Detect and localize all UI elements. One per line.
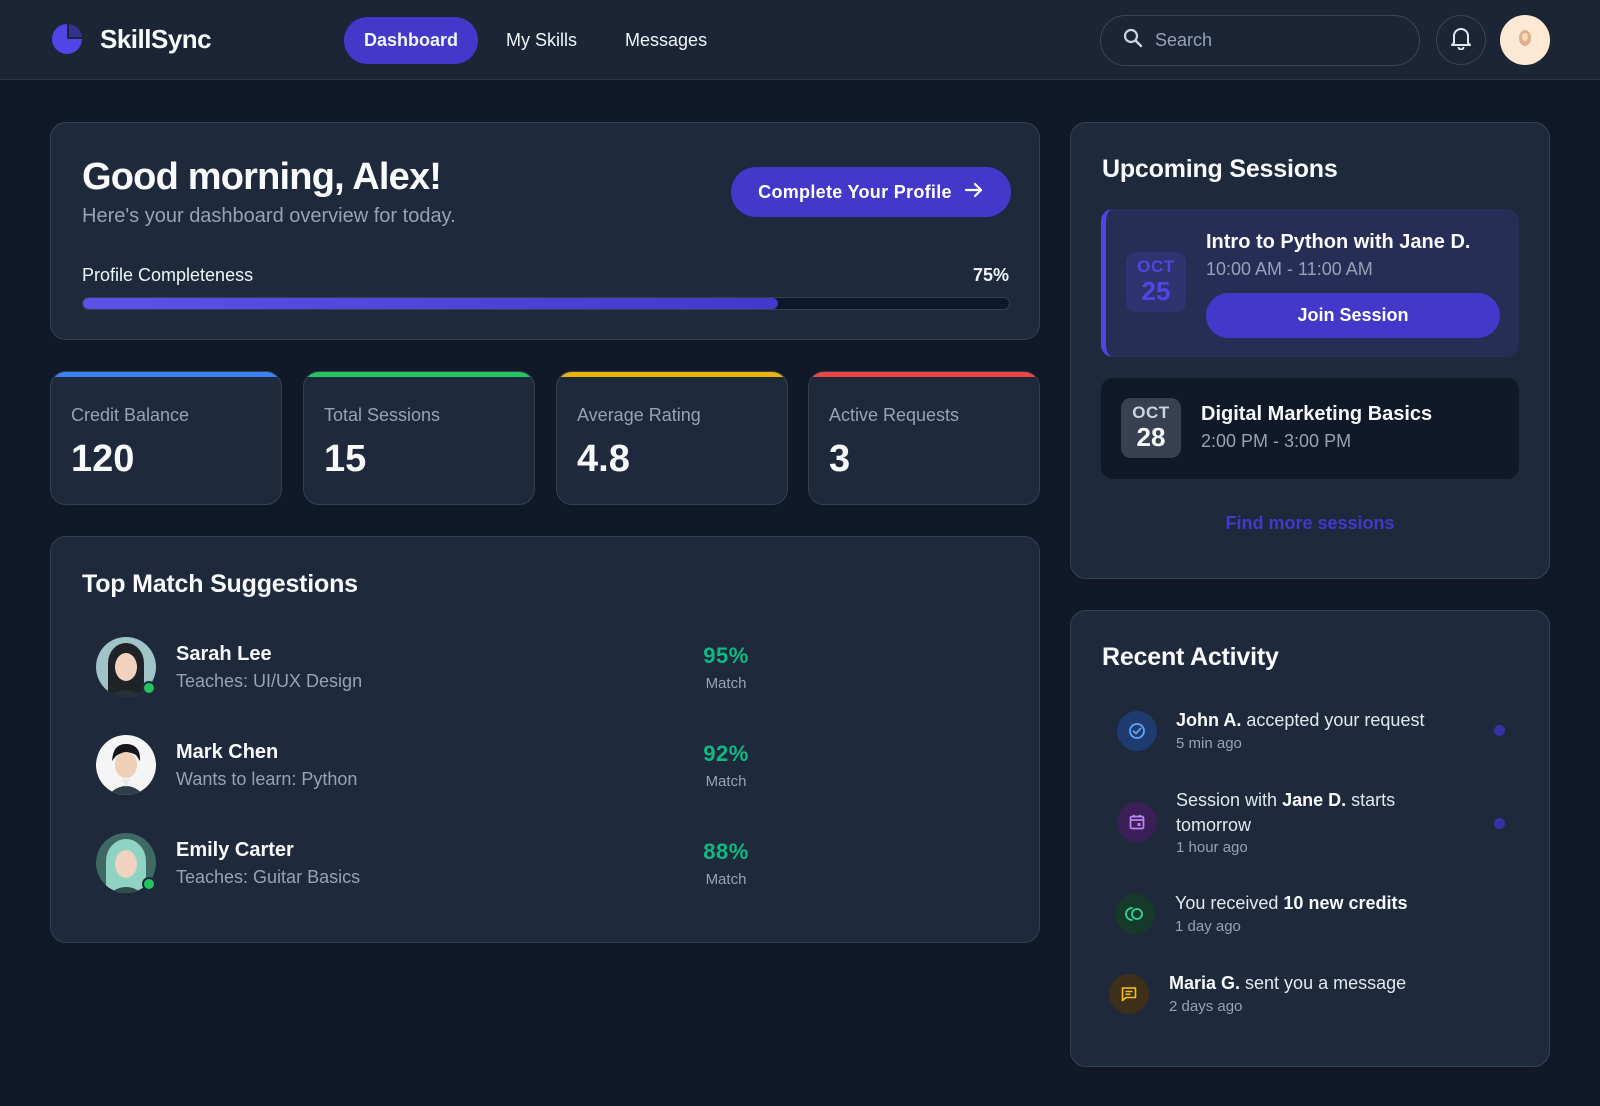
stat-value: 15	[324, 438, 367, 480]
stat-label: Active Requests	[829, 405, 960, 425]
main-nav: Dashboard My Skills Messages	[344, 17, 727, 64]
welcome-card: Good morning, Alex! Here's your dashboar…	[50, 122, 1040, 340]
session-month: OCT	[1132, 403, 1170, 422]
stat-value: 3	[829, 438, 851, 480]
session-date-badge: OCT 28	[1121, 398, 1181, 458]
notifications-button[interactable]	[1436, 15, 1486, 65]
avatar	[96, 637, 156, 697]
stat-accent-bar	[304, 372, 534, 377]
top-navigation-bar: SkillSync Dashboard My Skills Messages	[0, 0, 1600, 80]
session-title: Digital Marketing Basics	[1201, 403, 1433, 425]
find-more-sessions-link[interactable]: Find more sessions	[1071, 513, 1549, 534]
stat-accent-bar	[51, 372, 281, 377]
tab-messages[interactable]: Messages	[605, 17, 727, 64]
app-name: SkillSync	[100, 23, 212, 54]
complete-profile-button[interactable]: Complete Your Profile	[731, 167, 1011, 217]
session-day: 28	[1136, 422, 1166, 452]
session-item-digital-marketing[interactable]: OCT 28 Digital Marketing Basics 2:00 PM …	[1101, 378, 1519, 479]
user-avatar-icon	[1514, 27, 1536, 54]
profile-completeness-label: Profile Completeness	[82, 265, 254, 285]
match-item-mark-chen[interactable]: Mark Chen Wants to learn: Python 92% Mat…	[96, 735, 816, 799]
session-time: 10:00 AM - 11:00 AM	[1206, 259, 1373, 279]
match-suggestions-card: Top Match Suggestions Sarah Lee Teaches:…	[50, 536, 1040, 943]
session-month: OCT	[1137, 257, 1175, 276]
brand[interactable]: SkillSync	[50, 22, 212, 56]
stat-active-requests: Active Requests 3	[808, 371, 1040, 505]
activity-time: 2 days ago	[1169, 998, 1243, 1015]
match-subtitle: Teaches: UI/UX Design	[176, 671, 363, 691]
session-title: Intro to Python with Jane D.	[1206, 231, 1471, 253]
match-subtitle: Wants to learn: Python	[176, 769, 358, 789]
search-input[interactable]	[1155, 30, 1395, 51]
credits-icon	[1115, 894, 1155, 934]
stat-total-sessions: Total Sessions 15	[303, 371, 535, 505]
online-status-indicator	[142, 877, 156, 891]
check-circle-icon	[1117, 711, 1157, 751]
tab-dashboard[interactable]: Dashboard	[344, 17, 479, 64]
stat-label: Credit Balance	[71, 405, 190, 425]
search-box	[1100, 15, 1420, 66]
recent-activity-card: Recent Activity John A. accepted your re…	[1070, 610, 1550, 1067]
unread-dot	[1494, 818, 1505, 829]
complete-profile-label: Complete Your Profile	[758, 181, 952, 202]
recent-activity-title: Recent Activity	[1102, 643, 1279, 671]
match-label: Match	[705, 773, 747, 790]
stat-accent-bar	[809, 372, 1039, 377]
activity-time: 5 min ago	[1176, 735, 1242, 752]
session-day: 25	[1141, 276, 1171, 306]
user-avatar-button[interactable]	[1500, 15, 1550, 65]
logo-icon	[50, 22, 84, 56]
match-name: Mark Chen	[176, 741, 279, 763]
activity-text: You received 10 new credits	[1175, 893, 1408, 913]
match-item-emily-carter[interactable]: Emily Carter Teaches: Guitar Basics 88% …	[96, 833, 816, 897]
stat-credit-balance: Credit Balance 120	[50, 371, 282, 505]
match-subtitle: Teaches: Guitar Basics	[176, 867, 361, 887]
profile-progress-bar	[82, 297, 1010, 310]
match-item-sarah-lee[interactable]: Sarah Lee Teaches: UI/UX Design 95% Matc…	[96, 637, 816, 701]
match-name: Emily Carter	[176, 839, 294, 861]
match-suggestions-title: Top Match Suggestions	[82, 570, 358, 598]
arrow-right-icon	[964, 181, 984, 204]
stat-label: Total Sessions	[324, 405, 441, 425]
session-item-intro-python[interactable]: OCT 25 Intro to Python with Jane D. 10:0…	[1101, 209, 1519, 357]
calendar-icon	[1117, 802, 1157, 842]
match-label: Match	[705, 871, 747, 888]
activity-text: John A. accepted your request	[1176, 710, 1425, 730]
upcoming-sessions-card: Upcoming Sessions OCT 25 Intro to Python…	[1070, 122, 1550, 579]
activity-text: Maria G. sent you a message	[1169, 973, 1407, 993]
stat-accent-bar	[557, 372, 787, 377]
avatar	[96, 833, 156, 893]
activity-time: 1 day ago	[1175, 918, 1241, 935]
profile-progress-fill	[83, 298, 778, 309]
online-status-indicator	[142, 681, 156, 695]
stat-value: 120	[71, 438, 135, 480]
upcoming-sessions-title: Upcoming Sessions	[1102, 155, 1338, 183]
search-icon	[1123, 28, 1143, 53]
bell-icon	[1450, 26, 1472, 55]
avatar	[96, 735, 156, 795]
greeting-heading: Good morning, Alex!	[82, 156, 442, 198]
match-percent: 88%	[703, 839, 749, 864]
match-percent: 92%	[703, 741, 749, 766]
match-percent: 95%	[703, 643, 749, 668]
unread-dot	[1494, 725, 1505, 736]
match-label: Match	[705, 675, 747, 692]
match-name: Sarah Lee	[176, 643, 272, 665]
stat-average-rating: Average Rating 4.8	[556, 371, 788, 505]
session-time: 2:00 PM - 3:00 PM	[1201, 431, 1352, 451]
message-icon	[1109, 974, 1149, 1014]
session-date-badge: OCT 25	[1126, 252, 1186, 312]
activity-time: 1 hour ago	[1176, 839, 1248, 856]
activity-text: Session with Jane D. starts tomorrow	[1176, 790, 1396, 835]
stat-label: Average Rating	[577, 405, 701, 425]
stat-value: 4.8	[577, 438, 630, 480]
profile-completeness-value: 75%	[972, 265, 1009, 285]
join-session-button[interactable]: Join Session	[1206, 293, 1500, 338]
tab-my-skills[interactable]: My Skills	[486, 17, 597, 64]
greeting-subtitle: Here's your dashboard overview for today…	[82, 205, 456, 227]
